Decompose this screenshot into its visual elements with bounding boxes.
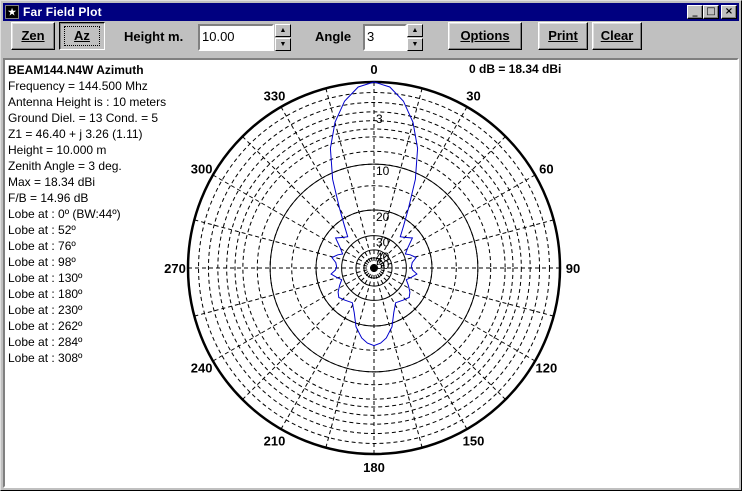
- info-line: Lobe at : 180º: [8, 287, 83, 301]
- angle-label: 0: [370, 62, 377, 77]
- info-line: Antenna Height is : 10 meters: [8, 95, 167, 109]
- az-button[interactable]: Az: [59, 22, 105, 50]
- radial-gridline: [194, 267, 375, 317]
- height-spinner[interactable]: ▲ ▼: [275, 24, 291, 51]
- angle-label: 270: [164, 261, 186, 276]
- angle-label: 60: [539, 162, 553, 177]
- info-line: Lobe at : 0º (BW:44º): [8, 207, 121, 221]
- print-button[interactable]: Print: [538, 22, 588, 50]
- info-line: Lobe at : 308º: [8, 351, 83, 365]
- radial-gridline: [373, 174, 536, 269]
- window-title: Far Field Plot: [23, 5, 102, 19]
- radial-gridline: [373, 267, 554, 317]
- height-input[interactable]: 10.00: [198, 24, 274, 51]
- info-line: Zenith Angle = 3 deg.: [8, 159, 122, 173]
- spin-down-icon[interactable]: ▼: [407, 38, 423, 51]
- radial-gridline: [373, 267, 536, 362]
- clear-button[interactable]: Clear: [592, 22, 642, 50]
- ring-label: 3: [376, 112, 383, 126]
- radial-gridline: [325, 267, 375, 448]
- ring-label: 50: [376, 258, 390, 272]
- ring-label: 10: [376, 164, 390, 178]
- angle-label: 90: [566, 261, 580, 276]
- radial-gridline: [373, 136, 506, 269]
- info-line: Lobe at : 130º: [8, 271, 83, 285]
- far-field-plot-window: ★ Far Field Plot _ □ × Zen Az Height m. …: [0, 0, 742, 491]
- plot-area: 3 10 20 30 40 50 0 30 60 90 120 150 180 210 240 270 300 3…: [3, 58, 739, 488]
- angle-spinner[interactable]: ▲ ▼: [407, 24, 423, 51]
- zen-button[interactable]: Zen: [11, 22, 55, 50]
- az-button-label: Az: [64, 26, 100, 46]
- angle-label: 150: [463, 433, 485, 448]
- maximize-icon[interactable]: □: [703, 5, 719, 19]
- radial-gridline: [212, 267, 375, 362]
- info-line: Lobe at : 52º: [8, 223, 76, 237]
- info-line: Max = 18.34 dBi: [8, 175, 96, 189]
- db-reference: 0 dB = 18.34 dBi: [469, 62, 562, 76]
- title-bar[interactable]: ★ Far Field Plot _ □ ×: [3, 3, 739, 21]
- angle-label: 210: [264, 433, 286, 448]
- angle-input[interactable]: 3: [363, 24, 407, 51]
- spin-down-icon[interactable]: ▼: [275, 38, 291, 51]
- angle-label: 120: [535, 361, 557, 376]
- info-line: F/B = 14.96 dB: [8, 191, 89, 205]
- radial-gridline: [373, 267, 423, 448]
- info-line: Lobe at : 262º: [8, 319, 83, 333]
- app-icon[interactable]: ★: [5, 5, 19, 19]
- radial-gridline: [194, 219, 375, 269]
- angle-label: Angle: [315, 29, 352, 44]
- angle-label: 240: [191, 361, 213, 376]
- info-line: Z1 = 46.40 + j 3.26 (1.11): [8, 127, 143, 141]
- spin-up-icon[interactable]: ▲: [275, 24, 291, 37]
- angle-label: 330: [264, 89, 286, 104]
- height-label: Height m.: [124, 29, 184, 44]
- ring-label: 20: [376, 210, 390, 224]
- toolbar: Zen Az Height m. 10.00 ▲ ▼ Angle 3 ▲ ▼ O…: [3, 22, 739, 56]
- options-button[interactable]: Options: [448, 22, 522, 50]
- radial-gridline: [212, 174, 375, 269]
- angle-label: 300: [191, 162, 213, 177]
- radial-gridline: [325, 88, 375, 269]
- info-line: Lobe at : 76º: [8, 239, 76, 253]
- radial-gridline: [242, 136, 375, 269]
- spin-up-icon[interactable]: ▲: [407, 24, 423, 37]
- info-line: Lobe at : 230º: [8, 303, 83, 317]
- radial-gridline: [373, 219, 554, 269]
- info-line: Lobe at : 98º: [8, 255, 76, 269]
- minimize-icon[interactable]: _: [687, 5, 703, 19]
- angle-label: 30: [466, 89, 480, 104]
- info-line: Ground Diel. = 13 Cond. = 5: [8, 111, 159, 125]
- info-line: Frequency = 144.500 Mhz: [8, 79, 148, 93]
- close-icon[interactable]: ×: [721, 5, 737, 19]
- info-line: Lobe at : 284º: [8, 335, 83, 349]
- radial-gridline: [373, 267, 506, 400]
- angle-label: 180: [363, 460, 385, 475]
- radial-gridline: [242, 267, 375, 400]
- plot-title: BEAM144.N4W Azimuth: [8, 63, 144, 77]
- info-panel: BEAM144.N4W Azimuth Frequency = 144.500 …: [8, 62, 166, 366]
- ring-label: 30: [376, 236, 390, 250]
- info-line: Height = 10.000 m: [8, 143, 107, 157]
